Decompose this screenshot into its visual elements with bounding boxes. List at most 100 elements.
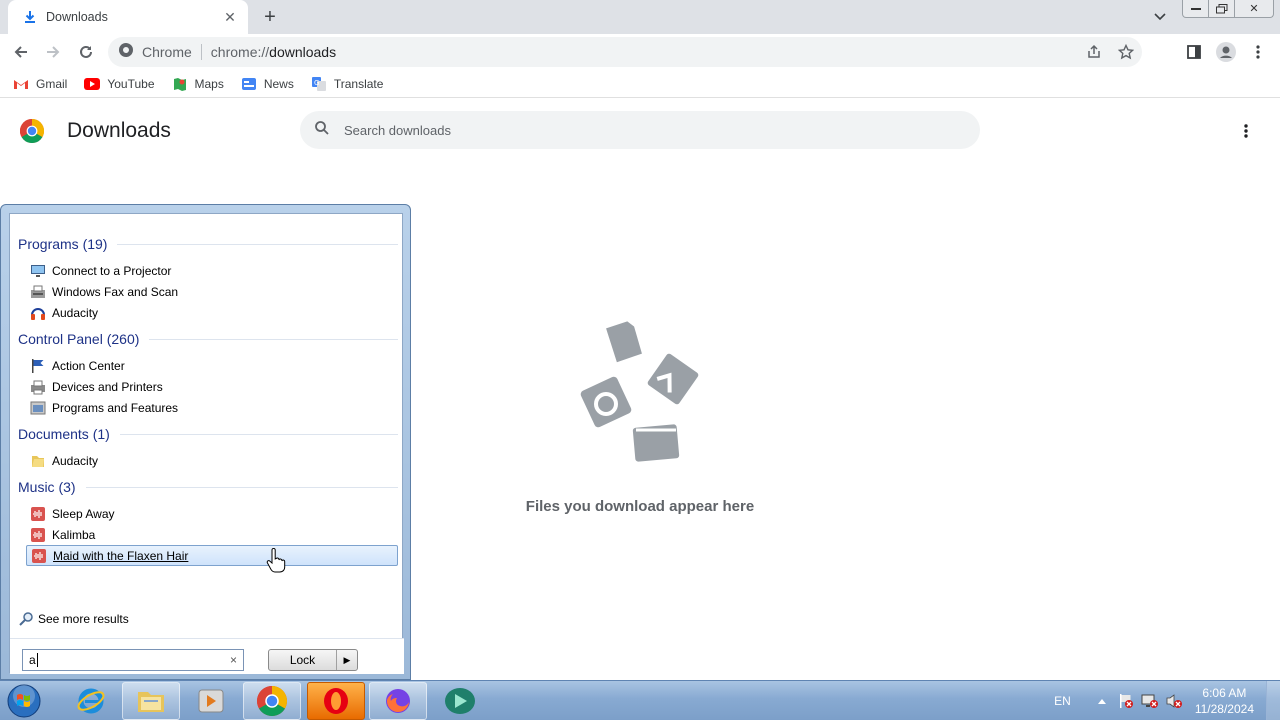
- result-kalimba[interactable]: Kalimba: [26, 524, 398, 545]
- side-panel-icon[interactable]: [1180, 39, 1208, 65]
- show-hidden-icons-icon[interactable]: [1091, 691, 1113, 711]
- result-maid-flaxen-hair[interactable]: Maid with the Flaxen Hair: [26, 545, 398, 566]
- hand-cursor-icon: [266, 548, 286, 573]
- window-close-button[interactable]: ✕: [1234, 0, 1274, 18]
- chrome-icon: [257, 686, 287, 716]
- profile-avatar-icon[interactable]: [1212, 39, 1240, 65]
- restore-button[interactable]: [1208, 0, 1236, 18]
- site-label: Chrome: [142, 44, 192, 60]
- audio-file-icon: [30, 506, 46, 522]
- start-menu-footer: a × Lock ▶: [10, 638, 404, 674]
- search-text: a: [29, 653, 36, 667]
- action-center-flag-icon[interactable]: [1115, 691, 1137, 711]
- tab-strip: Downloads ✕ + ✕: [0, 0, 1280, 34]
- group-header-documents: Documents (1): [18, 426, 398, 442]
- start-search-input[interactable]: a ×: [22, 649, 244, 671]
- tab-downloads[interactable]: Downloads ✕: [8, 0, 248, 34]
- forward-button[interactable]: [40, 39, 66, 65]
- bookmark-news[interactable]: News: [240, 76, 294, 92]
- taskbar-file-explorer[interactable]: [122, 682, 180, 720]
- result-audacity-program[interactable]: Audacity: [26, 302, 398, 323]
- maps-icon: [171, 76, 189, 92]
- projector-icon: [30, 263, 46, 279]
- taskbar-internet-explorer[interactable]: [62, 682, 120, 720]
- minimize-button[interactable]: [1182, 0, 1210, 18]
- firefox-icon: [386, 689, 410, 713]
- chrome-site-icon: [118, 42, 134, 63]
- downloads-more-icon[interactable]: [1236, 121, 1256, 141]
- audio-file-icon: [31, 548, 47, 564]
- clock-time: 6:06 AM: [1202, 686, 1247, 700]
- chrome-logo-icon: [20, 119, 44, 143]
- start-menu-results-panel: Programs (19) Connect to a Projector Win…: [9, 213, 404, 674]
- bookmark-translate[interactable]: G Translate: [310, 76, 384, 92]
- search-downloads-input[interactable]: Search downloads: [300, 111, 980, 149]
- search-icon: [314, 120, 330, 141]
- result-windows-fax-scan[interactable]: Windows Fax and Scan: [26, 281, 398, 302]
- opera-icon: [324, 688, 348, 714]
- clock-date: 11/28/2024: [1194, 702, 1254, 716]
- power-options-arrow-icon[interactable]: ▶: [337, 650, 357, 670]
- bookmark-star-icon[interactable]: [1110, 37, 1142, 67]
- start-menu: Programs (19) Connect to a Projector Win…: [0, 204, 411, 680]
- show-desktop-button[interactable]: [1266, 681, 1280, 720]
- magnifier-icon: [18, 611, 34, 627]
- bookmark-label: Translate: [333, 76, 384, 91]
- empty-downloads-illustration: [580, 321, 699, 462]
- network-icon[interactable]: [1139, 691, 1161, 711]
- clear-search-icon[interactable]: ×: [230, 653, 237, 667]
- gmail-icon: [12, 76, 30, 92]
- taskbar-chrome[interactable]: [243, 682, 301, 720]
- new-tab-button[interactable]: +: [258, 6, 282, 28]
- tab-title: Downloads: [46, 10, 108, 24]
- result-sleep-away[interactable]: Sleep Away: [26, 503, 398, 524]
- bookmark-youtube[interactable]: YouTube: [83, 76, 155, 92]
- see-more-label: See more results: [38, 612, 129, 626]
- translate-icon: G: [310, 76, 328, 92]
- system-tray: EN 6:06 AM 11/28/2024: [1054, 681, 1280, 720]
- page-title: Downloads: [67, 119, 171, 142]
- start-button[interactable]: [4, 682, 44, 720]
- result-audacity-folder[interactable]: Audacity: [26, 450, 398, 471]
- headphones-icon: [30, 305, 46, 321]
- chrome-menu-icon[interactable]: [1244, 39, 1272, 65]
- omnibox-separator: [200, 44, 202, 60]
- downloads-header: Downloads Search downloads: [0, 99, 1280, 161]
- bookmark-maps[interactable]: Maps: [171, 76, 224, 92]
- clock[interactable]: 6:06 AM 11/28/2024: [1195, 685, 1254, 717]
- group-header-control-panel: Control Panel (260): [18, 331, 398, 347]
- result-action-center[interactable]: Action Center: [26, 355, 398, 376]
- result-programs-features[interactable]: Programs and Features: [26, 397, 398, 418]
- group-header-music: Music (3): [18, 479, 398, 495]
- result-connect-projector[interactable]: Connect to a Projector: [26, 260, 398, 281]
- language-indicator[interactable]: EN: [1054, 694, 1071, 708]
- empty-message: Files you download appear here: [525, 498, 755, 515]
- tab-search-chevron-icon[interactable]: [1150, 8, 1170, 26]
- taskbar-media-player[interactable]: [182, 682, 240, 720]
- address-bar[interactable]: Chrome chrome://downloads: [108, 37, 1142, 67]
- share-icon[interactable]: [1078, 37, 1110, 67]
- bookmark-gmail[interactable]: Gmail: [12, 76, 67, 92]
- url-text: chrome://downloads: [210, 44, 337, 60]
- bookmark-label: Gmail: [36, 76, 68, 91]
- bookmark-label: YouTube: [107, 76, 155, 91]
- media-player-icon: [198, 689, 224, 713]
- camtasia-icon: [445, 688, 475, 714]
- windows-logo-icon: [7, 684, 41, 718]
- taskbar-camtasia[interactable]: [431, 682, 489, 720]
- back-button[interactable]: [8, 39, 34, 65]
- taskbar-opera[interactable]: [307, 682, 365, 720]
- tab-close-icon[interactable]: ✕: [222, 9, 238, 25]
- internet-explorer-icon: [77, 688, 105, 714]
- see-more-results-link[interactable]: See more results: [18, 611, 129, 627]
- printer-icon: [30, 379, 46, 395]
- bookmarks-bar: Gmail YouTube Maps News G Translate: [0, 70, 1280, 98]
- download-icon: [22, 9, 38, 25]
- group-header-programs: Programs (19): [18, 236, 398, 252]
- reload-button[interactable]: [73, 39, 99, 65]
- result-devices-printers[interactable]: Devices and Printers: [26, 376, 398, 397]
- volume-muted-icon[interactable]: [1163, 691, 1185, 711]
- lock-button[interactable]: Lock ▶: [268, 649, 358, 671]
- taskbar-firefox[interactable]: [369, 682, 427, 720]
- audio-file-icon: [30, 527, 46, 543]
